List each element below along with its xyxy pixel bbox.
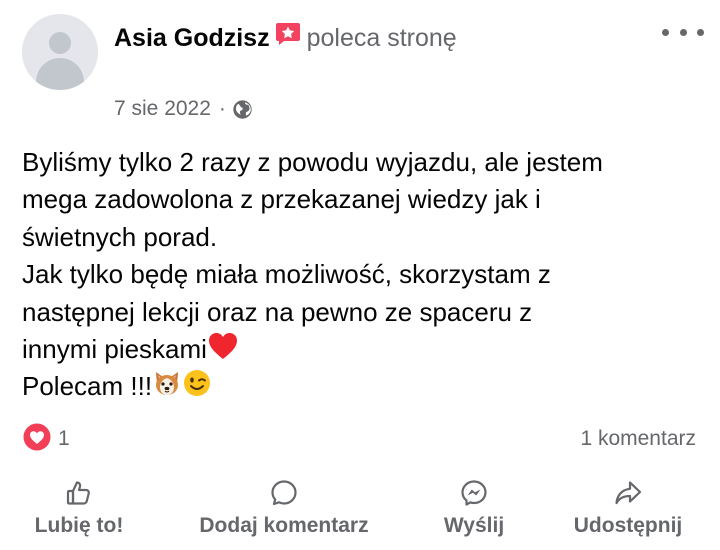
winking-face-emoji-icon xyxy=(182,368,212,408)
post-text-line: Byliśmy tylko 2 razy z powodu wyjazdu, a… xyxy=(22,147,603,177)
post-text-line: Jak tylko będę miała możliwość, skorzyst… xyxy=(22,259,551,290)
post-text-line: następnej lekcji oraz na pewno ze spacer… xyxy=(22,296,533,327)
more-dot xyxy=(679,28,687,36)
dog-face-emoji-icon xyxy=(152,368,182,408)
avatar[interactable] xyxy=(22,14,98,90)
reactions-summary[interactable]: 1 xyxy=(22,422,70,457)
post-text-fragment: innymi pieskami xyxy=(22,334,207,365)
like-button[interactable]: Lubię to! xyxy=(33,478,125,548)
post-text-fragment: Polecam !!! xyxy=(22,371,153,402)
more-dot xyxy=(662,28,669,36)
avatar-placeholder-head xyxy=(49,32,71,54)
reaction-count: 1 xyxy=(58,427,70,450)
send-label: Wyślij xyxy=(443,514,505,537)
recommendation-text: poleca stronę xyxy=(306,23,457,52)
send-button[interactable]: Wyślij xyxy=(441,478,507,548)
love-reaction-icon xyxy=(22,422,52,457)
action-bar: Lubię to! Dodaj komentarz Wyślij Udostęp… xyxy=(0,478,720,548)
post-date[interactable]: 7 sie 2022 xyxy=(114,97,211,121)
more-dot xyxy=(697,28,704,36)
avatar-placeholder-body xyxy=(36,58,84,90)
more-options-button[interactable] xyxy=(662,22,704,42)
share-label: Udostępnij xyxy=(573,514,683,537)
comment-label: Dodaj komentarz xyxy=(199,514,369,537)
meta-separator: · xyxy=(218,97,226,120)
messenger-icon xyxy=(461,480,487,506)
like-label: Lubię to! xyxy=(34,514,124,537)
globe-icon xyxy=(232,99,253,120)
post-meta: 7 sie 2022 · xyxy=(114,94,253,124)
post-header: Asia Godzisz poleca stronę xyxy=(114,18,457,58)
post-text-line: świetnych porad. xyxy=(22,221,218,252)
post-text-line-with-emoji: Polecam !!! xyxy=(22,368,712,405)
thumbs-up-icon xyxy=(66,481,90,505)
red-heart-emoji-icon xyxy=(207,331,239,371)
recommendation-badge-icon xyxy=(275,22,301,46)
comment-button[interactable]: Dodaj komentarz xyxy=(191,478,377,548)
comments-count[interactable]: 1 komentarz xyxy=(580,424,696,454)
post-card: Asia Godzisz poleca stronę 7 sie 2022 · … xyxy=(0,0,720,550)
comment-icon xyxy=(271,480,297,506)
author-name[interactable]: Asia Godzisz xyxy=(114,24,270,53)
post-text-line-with-emoji: innymi pieskami xyxy=(22,331,712,368)
share-icon xyxy=(615,481,642,505)
post-text-line: mega zadowolona z przekazanej wiedzy jak… xyxy=(22,184,541,215)
share-button[interactable]: Udostępnij xyxy=(570,478,686,548)
post-text: Byliśmy tylko 2 razy z powodu wyjazdu, a… xyxy=(22,144,712,406)
